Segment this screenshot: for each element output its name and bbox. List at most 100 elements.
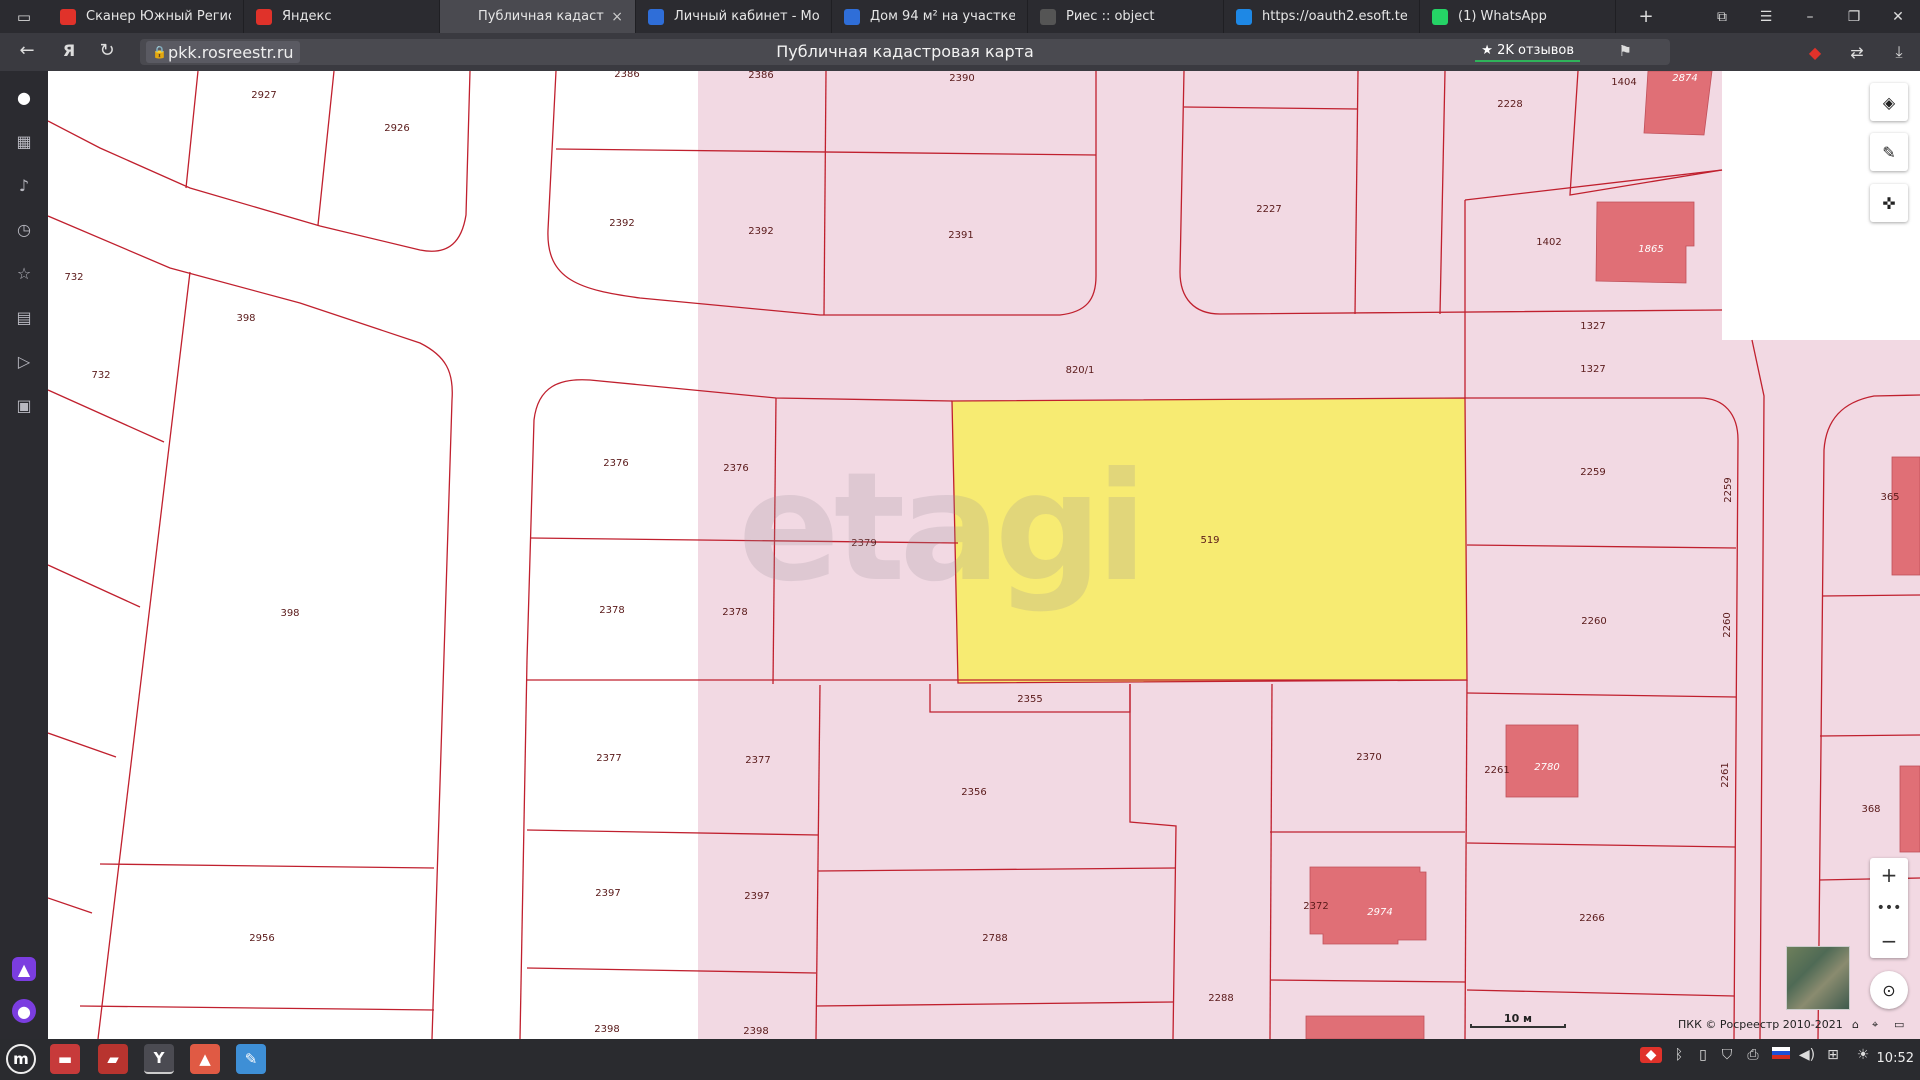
parcel-label[interactable]: 2397 bbox=[595, 888, 620, 899]
parcel-label[interactable]: 2927 bbox=[251, 90, 276, 101]
satellite-minimap[interactable] bbox=[1786, 946, 1850, 1010]
parcel-label[interactable]: 2376 bbox=[603, 458, 628, 469]
parcel-label[interactable]: 2260 bbox=[1581, 616, 1606, 627]
parcel-label[interactable]: 2379 bbox=[851, 538, 876, 549]
play-icon[interactable]: ▷ bbox=[12, 349, 36, 373]
collections-icon[interactable]: ▤ bbox=[12, 305, 36, 329]
building-label[interactable]: 2780 bbox=[1534, 762, 1559, 773]
building-label[interactable]: 1865 bbox=[1638, 244, 1663, 255]
layers-icon[interactable]: ◈ bbox=[1870, 83, 1908, 121]
parcel-label[interactable]: 2259 bbox=[1723, 477, 1734, 502]
back-icon[interactable]: ← bbox=[8, 40, 46, 61]
bell-icon[interactable]: ♪ bbox=[12, 173, 36, 197]
extension-icon[interactable]: ◆ bbox=[1794, 43, 1836, 62]
building[interactable] bbox=[1899, 765, 1920, 853]
assistant-icon[interactable]: ● bbox=[12, 999, 36, 1023]
download-icon[interactable]: ⤓ bbox=[1878, 42, 1920, 62]
parcel-label[interactable]: 732 bbox=[91, 370, 110, 381]
folder-icon[interactable]: ▰ bbox=[98, 1044, 128, 1074]
parcel-label[interactable]: 2926 bbox=[384, 123, 409, 134]
alice-icon[interactable]: ▲ bbox=[12, 957, 36, 981]
parcel-label[interactable]: 2398 bbox=[594, 1024, 619, 1035]
building[interactable] bbox=[1505, 724, 1579, 798]
menu-icon[interactable]: ☰ bbox=[1744, 9, 1788, 25]
translate-icon[interactable]: ⇄ bbox=[1836, 43, 1878, 62]
parcel-label[interactable]: 398 bbox=[236, 313, 255, 324]
sidebar-toggle-icon[interactable]: ▭ bbox=[0, 0, 48, 33]
parcel-label[interactable]: 1327 bbox=[1580, 364, 1605, 375]
parcel-label[interactable]: 2227 bbox=[1256, 204, 1281, 215]
parcel-label[interactable]: 1404 bbox=[1611, 77, 1636, 88]
parcel-label[interactable]: 519 bbox=[1200, 535, 1219, 546]
image-viewer-icon[interactable]: ▲ bbox=[190, 1044, 220, 1074]
parcel-label[interactable]: 2788 bbox=[982, 933, 1007, 944]
parcel-label[interactable]: 2228 bbox=[1497, 99, 1522, 110]
reload-icon[interactable]: ↻ bbox=[88, 40, 126, 61]
parcel-label[interactable]: 2376 bbox=[723, 463, 748, 474]
parcel-label[interactable]: 1327 bbox=[1580, 321, 1605, 332]
anydesk-tray-icon[interactable]: ◆ bbox=[1640, 1047, 1662, 1063]
text-editor-icon[interactable]: ✎ bbox=[236, 1044, 266, 1074]
tab-4[interactable]: Дом 94 м² на участке 4 с bbox=[832, 0, 1028, 33]
tab-7[interactable]: (1) WhatsApp bbox=[1420, 0, 1616, 33]
brightness-tray-icon[interactable]: ☀ bbox=[1852, 1047, 1874, 1063]
tab-0[interactable]: Сканер Южный Регион bbox=[48, 0, 244, 33]
parcel-label[interactable]: 732 bbox=[64, 272, 83, 283]
home-icon[interactable]: ⌂ bbox=[1852, 1018, 1859, 1031]
parcel-label[interactable]: 2259 bbox=[1580, 467, 1605, 478]
minimize-icon[interactable]: – bbox=[1788, 9, 1832, 25]
restore-icon[interactable]: ❐ bbox=[1832, 9, 1876, 25]
parcel-label[interactable]: 398 bbox=[280, 608, 299, 619]
zoom-in-button[interactable]: + bbox=[1870, 858, 1908, 891]
parcel-label[interactable]: 2266 bbox=[1579, 913, 1604, 924]
map-canvas[interactable]: 2927 2926 2386 2386 2390 2228 1404 2392 2392 2391… bbox=[48, 71, 1920, 1039]
network-tray-icon[interactable]: ⊞ bbox=[1822, 1047, 1844, 1063]
profile-icon[interactable]: ● bbox=[12, 85, 36, 109]
parcel-label[interactable]: 1402 bbox=[1536, 237, 1561, 248]
parcel-label[interactable]: 2392 bbox=[609, 218, 634, 229]
parcel-label[interactable]: 2261 bbox=[1720, 762, 1731, 787]
locate-icon[interactable]: ✜ bbox=[1870, 184, 1908, 222]
building-label[interactable]: 2974 bbox=[1367, 907, 1392, 918]
parcel-label[interactable]: 365 bbox=[1880, 492, 1899, 503]
parcel-label[interactable]: 2391 bbox=[948, 230, 973, 241]
ruler-icon[interactable]: ✎ bbox=[1870, 133, 1908, 171]
tab-6[interactable]: https://oauth2.esoft.tech bbox=[1224, 0, 1420, 33]
bluetooth-tray-icon[interactable]: ᛒ bbox=[1668, 1047, 1690, 1063]
parcel-label[interactable]: 820/1 bbox=[1066, 365, 1095, 376]
parcel-label[interactable]: 2260 bbox=[1722, 612, 1733, 637]
parcel-label[interactable]: 2288 bbox=[1208, 993, 1233, 1004]
shield-tray-icon[interactable]: ⛉ bbox=[1716, 1047, 1738, 1063]
parcel-label[interactable]: 2392 bbox=[748, 226, 773, 237]
building[interactable] bbox=[1891, 456, 1920, 576]
building-label[interactable]: 2874 bbox=[1672, 73, 1697, 84]
parcel-label[interactable]: 2355 bbox=[1017, 694, 1042, 705]
url-box[interactable]: 🔒 pkk.rosreestr.ru Публичная кадастровая… bbox=[140, 39, 1670, 65]
clipboard-tray-icon[interactable]: ▯ bbox=[1692, 1047, 1714, 1063]
tabs-overview-icon[interactable]: ⧉ bbox=[1700, 9, 1744, 25]
tab-3[interactable]: Личный кабинет - Мои с bbox=[636, 0, 832, 33]
building[interactable] bbox=[1305, 1015, 1425, 1039]
parcel-label[interactable]: 2398 bbox=[743, 1026, 768, 1037]
zoom-out-button[interactable]: − bbox=[1870, 924, 1908, 957]
tab-1[interactable]: Яндекс bbox=[244, 0, 440, 33]
parcel-label[interactable]: 2261 bbox=[1484, 765, 1509, 776]
apps-grid-icon[interactable]: ▦ bbox=[12, 129, 36, 153]
pin-icon[interactable]: ⌖ bbox=[1872, 1018, 1878, 1032]
language-flag-icon[interactable] bbox=[1770, 1047, 1792, 1063]
printer-tray-icon[interactable]: ⎙ bbox=[1742, 1047, 1764, 1063]
yandex-browser-icon[interactable]: Y bbox=[144, 1044, 174, 1074]
tab-5[interactable]: Риес :: object bbox=[1028, 0, 1224, 33]
volume-tray-icon[interactable]: ◀) bbox=[1796, 1047, 1818, 1063]
close-tab-icon[interactable]: × bbox=[611, 9, 623, 25]
parcel-label[interactable]: 368 bbox=[1861, 804, 1880, 815]
parcel-label[interactable]: 2386 bbox=[614, 71, 639, 80]
star-icon[interactable]: ☆ bbox=[12, 261, 36, 285]
reviews-badge[interactable]: ★ 2K отзывов bbox=[1475, 41, 1580, 62]
close-window-icon[interactable]: ✕ bbox=[1876, 9, 1920, 25]
building[interactable] bbox=[1595, 201, 1695, 284]
zoom-more-icon[interactable]: ••• bbox=[1870, 891, 1908, 924]
files-icon[interactable]: ▬ bbox=[50, 1044, 80, 1074]
parcel-label[interactable]: 2370 bbox=[1356, 752, 1381, 763]
parcel-label[interactable]: 2377 bbox=[596, 753, 621, 764]
